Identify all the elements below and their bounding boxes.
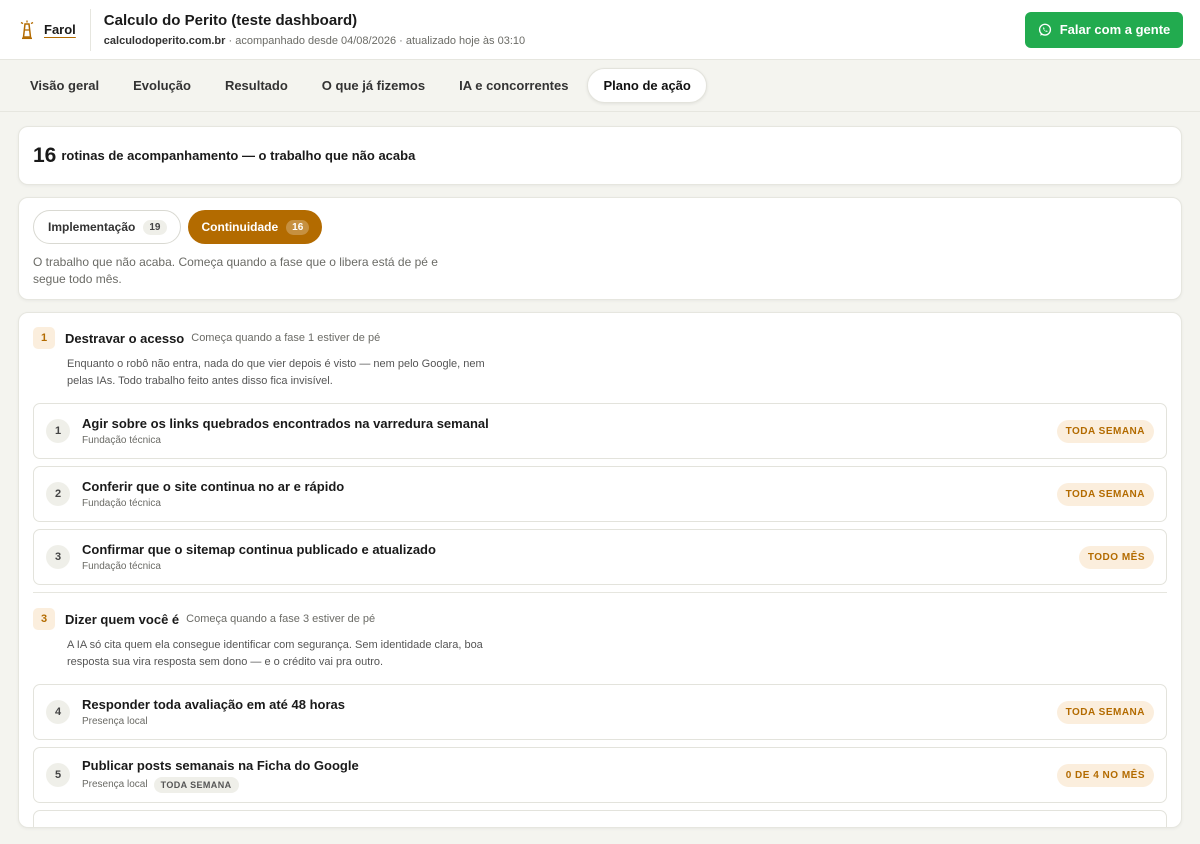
routine-item[interactable]: 2 Conferir que o site continua no ar e r… [33,466,1167,522]
routine-group-header: 3 Dizer quem você é Começa quando a fase… [33,608,1167,630]
routine-item[interactable]: 1 Agir sobre os links quebrados encontra… [33,403,1167,459]
item-number: 2 [46,482,70,506]
whatsapp-icon [1038,23,1051,36]
item-number: 3 [46,545,70,569]
item-category-label: Presença local [82,716,148,727]
routine-group: 3 Dizer quem você é Começa quando a fase… [33,608,1167,827]
section-tabs: Visão geral Evolução Resultado O que já … [0,60,1200,112]
tab-ai-competitors[interactable]: IA e concorrentes [444,69,583,102]
group-divider [33,592,1167,593]
item-title: Agir sobre os links quebrados encontrado… [82,416,489,431]
routine-group-header: 1 Destravar o acesso Começa quando a fas… [33,327,1167,349]
item-category-label: Fundação técnica [82,435,161,446]
phase-implementation-label: Implementação [48,220,136,234]
routines-summary: 16 rotinas de acompanhamento — o trabalh… [18,126,1182,185]
group-start-note: Começa quando a fase 1 estiver de pé [191,332,381,344]
brand-name[interactable]: Farol [44,22,76,37]
item-category-label: Presença local [82,779,148,790]
group-number-badge: 3 [33,608,55,630]
item-title: Responder toda avaliação em até 48 horas [82,697,345,712]
phase-implementation-button[interactable]: Implementação 19 [33,210,181,244]
tab-result[interactable]: Resultado [210,69,303,102]
routine-item[interactable] [33,810,1167,827]
group-title: Destravar o acesso [65,330,185,346]
phase-description: O trabalho que não acaba. Começa quando … [33,255,438,286]
item-category-label: Fundação técnica [82,561,161,572]
routine-items: 4 Responder toda avaliação em até 48 hor… [33,684,1167,827]
routine-group: 1 Destravar o acesso Começa quando a fas… [33,327,1167,585]
item-category: Presença local [82,716,1057,727]
item-body: Publicar posts semanais na Ficha do Goog… [82,758,1057,793]
site-tracking-info: · acompanhado desde 04/08/2026 · atualiz… [225,35,526,47]
tab-action-plan[interactable]: Plano de ação [587,68,707,103]
group-description: Enquanto o robô não entra, nada do que v… [67,358,485,387]
routine-item[interactable]: 4 Responder toda avaliação em até 48 hor… [33,684,1167,740]
item-category: Presença local TODA SEMANA [82,776,1057,793]
routine-item[interactable]: 5 Publicar posts semanais na Ficha do Go… [33,747,1167,803]
lighthouse-icon [20,20,34,39]
progress-badge: 0 DE 4 NO MÊS [1056,763,1154,787]
item-category: Fundação técnica [82,498,1057,509]
site-info: Calculo do Perito (teste dashboard) calc… [91,12,1025,47]
frequency-badge: TODA SEMANA [1056,419,1154,443]
item-body: Conferir que o site continua no ar e ráp… [82,479,1057,509]
group-title: Dizer quem você é [65,611,180,627]
item-body: Responder toda avaliação em até 48 horas… [82,697,1057,727]
item-category: Fundação técnica [82,561,1079,572]
routine-items: 1 Agir sobre os links quebrados encontra… [33,403,1167,585]
frequency-badge: TODA SEMANA [1056,700,1154,724]
item-category: Fundação técnica [82,435,1057,446]
site-domain: calculodoperito.com.br [103,35,226,47]
tab-evolution[interactable]: Evolução [118,69,206,102]
phase-continuity-button[interactable]: Continuidade 16 [187,210,323,244]
tab-done[interactable]: O que já fizemos [307,69,440,102]
site-meta: calculodoperito.com.br · acompanhado des… [104,35,1025,47]
item-title: Publicar posts semanais na Ficha do Goog… [82,757,359,773]
item-body: Confirmar que o sitemap continua publica… [82,542,1079,572]
routines-count: 16 [33,143,57,167]
item-title: Conferir que o site continua no ar e ráp… [82,479,345,494]
contact-button[interactable]: Falar com a gente [1025,11,1183,48]
group-start-note: Começa quando a fase 3 estiver de pé [186,613,376,625]
item-number: 1 [46,419,70,443]
phase-continuity-label: Continuidade [201,220,279,234]
tab-overview[interactable]: Visão geral [15,69,114,102]
routines-list: 1 Destravar o acesso Começa quando a fas… [18,312,1182,828]
contact-button-label: Falar com a gente [1059,22,1171,37]
phase-implementation-count: 19 [143,219,167,235]
item-body: Agir sobre os links quebrados encontrado… [82,416,1057,446]
brand[interactable]: Farol [18,8,91,51]
item-number: 5 [46,763,70,787]
routine-item[interactable]: 3 Confirmar que o sitemap continua publi… [33,529,1167,585]
app-header: Farol Calculo do Perito (teste dashboard… [0,0,1200,60]
site-title: Calculo do Perito (teste dashboard) [103,12,358,29]
group-description: A IA só cita quem ela consegue identific… [67,639,483,668]
item-tag-badge: TODA SEMANA [153,776,239,793]
item-number: 4 [46,700,70,724]
phase-pills: Implementação 19 Continuidade 16 [33,210,1167,244]
phase-selector: Implementação 19 Continuidade 16 O traba… [18,197,1182,300]
item-title: Confirmar que o sitemap continua publica… [82,542,436,557]
frequency-badge: TODA SEMANA [1056,482,1154,506]
group-number-badge: 1 [33,327,55,349]
phase-continuity-count: 16 [286,219,310,235]
routines-summary-text: rotinas de acompanhamento — o trabalho q… [61,148,416,163]
item-category-label: Fundação técnica [82,498,161,509]
frequency-badge: TODO MÊS [1078,545,1154,569]
